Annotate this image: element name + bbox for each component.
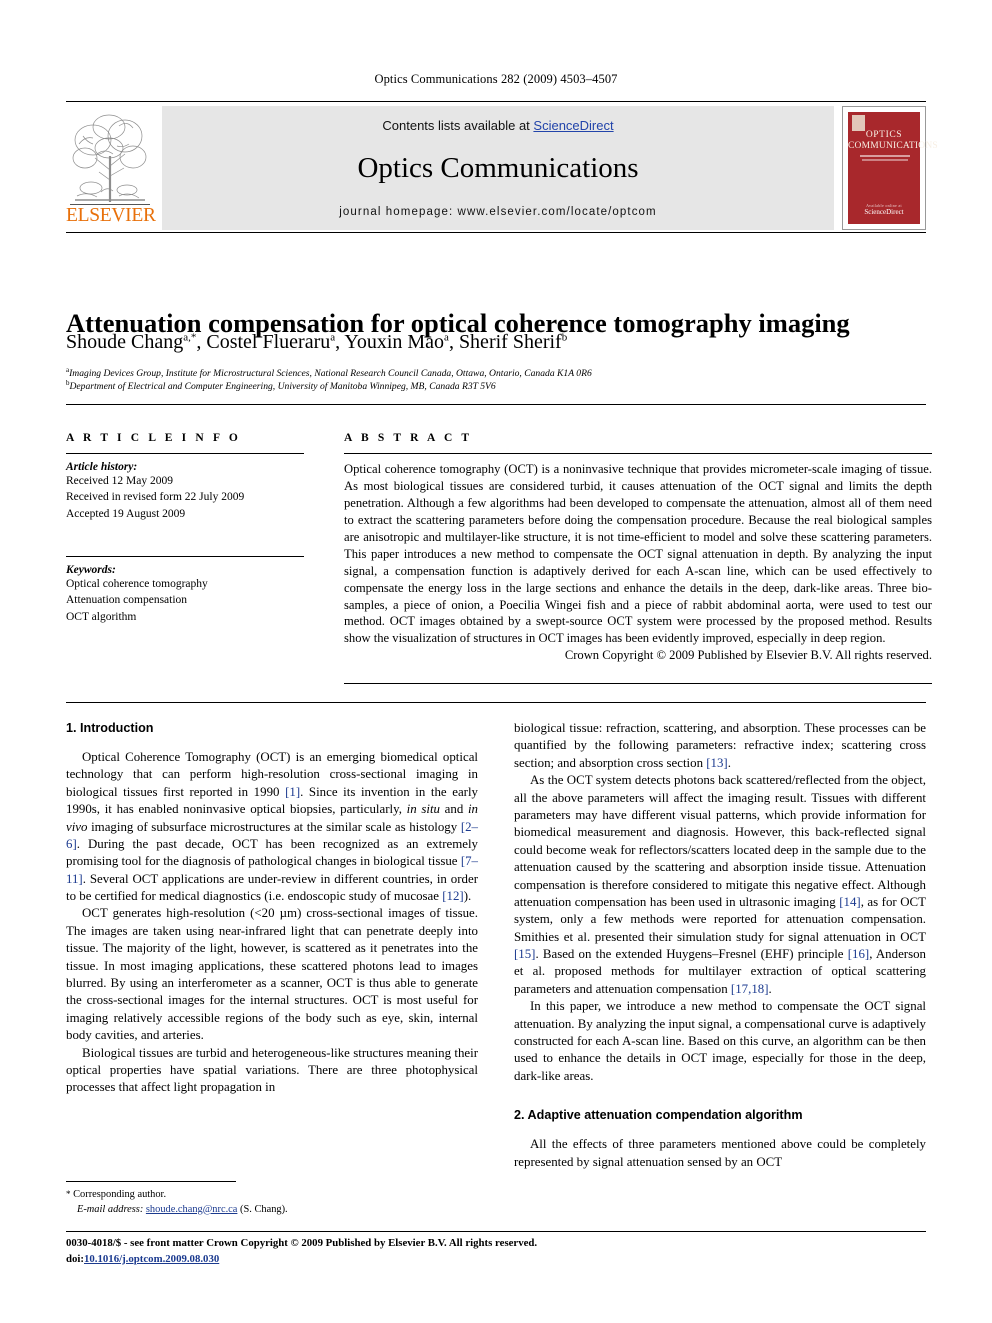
- contents-prefix: Contents lists available at: [382, 118, 534, 133]
- body-column-right: biological tissue: refraction, scatterin…: [514, 720, 926, 1171]
- elsevier-wordmark: ELSEVIER: [66, 205, 156, 226]
- keyword-item: Optical coherence tomography: [66, 577, 208, 590]
- doi-link[interactable]: 10.1016/j.optcom.2009.08.030: [84, 1253, 219, 1265]
- paragraph: Optical Coherence Tomography (OCT) is an…: [66, 749, 478, 904]
- journal-cover-title-line1: OPTICS: [865, 130, 903, 140]
- body-top-rule: [66, 702, 926, 703]
- journal-cover-subtitle-bar-1: [860, 155, 910, 157]
- paragraph: Biological tissues are turbid and hetero…: [66, 1045, 478, 1095]
- keywords-label: Keywords:: [66, 563, 116, 576]
- corresponding-author-text: Corresponding author.: [73, 1189, 167, 1200]
- journal-title: Optics Communications: [357, 152, 639, 184]
- abstract-heading: A B S T R A C T: [344, 432, 473, 444]
- masthead-bottom-rule: [66, 232, 926, 233]
- email-owner: (S. Chang).: [240, 1203, 288, 1215]
- imprint-top-rule: [66, 1231, 926, 1232]
- imprint-block: 0030-4018/$ - see front matter Crown Cop…: [66, 1236, 926, 1267]
- affiliation-b-text: Department of Electrical and Computer En…: [69, 381, 496, 393]
- abstract-bottom-rule: [344, 683, 932, 684]
- elsevier-logo: ELSEVIER: [66, 106, 156, 230]
- journal-cover-title-line2: COMMUNICATIONS: [848, 141, 938, 151]
- footnote-rule: [66, 1181, 236, 1182]
- paragraph: In this paper, we introduce a new method…: [514, 999, 926, 1083]
- paragraph: biological tissue: refraction, scatterin…: [514, 721, 926, 770]
- affiliation-a-text: Imaging Devices Group, Institute for Mic…: [69, 368, 592, 380]
- paragraph: As the OCT system detects photons back s…: [514, 773, 926, 996]
- footnote-block: * Corresponding author. E-mail address: …: [66, 1188, 478, 1218]
- keywords-rule: [66, 555, 304, 557]
- journal-cover-footer-brand: ScienceDirect: [864, 208, 904, 216]
- masthead-banner: Contents lists available at ScienceDirec…: [162, 106, 834, 230]
- journal-masthead: ELSEVIER Contents lists available at Sci…: [66, 106, 938, 230]
- doi-line: doi:10.1016/j.optcom.2009.08.030: [66, 1252, 926, 1268]
- keyword-item: Attenuation compensation: [66, 594, 188, 607]
- asterisk-icon: *: [66, 1189, 71, 1199]
- keyword-item: OCT algorithm: [66, 610, 137, 623]
- title-bottom-rule: [66, 404, 926, 405]
- journal-homepage-line[interactable]: journal homepage: www.elsevier.com/locat…: [162, 206, 834, 218]
- article-history-accepted: Accepted 19 August 2009: [66, 507, 186, 520]
- article-history-label: Article history:: [66, 461, 138, 473]
- sciencedirect-link[interactable]: ScienceDirect: [533, 118, 613, 133]
- elsevier-tree-icon: [72, 114, 147, 202]
- journal-cover-badge-icon: [852, 115, 865, 131]
- article-info-heading: A R T I C L E I N F O: [66, 432, 241, 444]
- article-info-column: A R T I C L E I N F O Article history: R…: [66, 432, 304, 625]
- author-list: Shoude Changa,*, Costel Fluerarua, Youxi…: [66, 331, 568, 353]
- abstract-text: Optical coherence tomography (OCT) is a …: [344, 462, 932, 646]
- paragraph: All the effects of three parameters ment…: [514, 1137, 926, 1169]
- article-history-received: Received 12 May 2009: [66, 475, 173, 487]
- article-info-rule: [66, 453, 304, 454]
- article-info-spacer: [66, 522, 304, 556]
- journal-cover-subtitle-bar-2: [862, 159, 908, 161]
- paragraph: OCT generates high-resolution (<20 µm) c…: [66, 906, 478, 1043]
- email-link[interactable]: shoude.chang@nrc.ca: [146, 1204, 238, 1215]
- journal-cover-art: OPTICS COMMUNICATIONS Available online a…: [847, 111, 938, 225]
- abstract-column: A B S T R A C T Optical coherence tomogr…: [344, 432, 932, 663]
- section-heading-algorithm: 2. Adaptive attenuation compendation alg…: [514, 1108, 803, 1123]
- email-label: E-mail address:: [77, 1203, 144, 1215]
- abstract-copyright: Crown Copyright © 2009 Published by Else…: [564, 648, 932, 663]
- header-rule: [66, 101, 926, 102]
- journal-article-page: Optics Communications 282 (2009) 4503–45…: [0, 0, 992, 1323]
- body-column-left: 1. Introduction Optical Coherence Tomogr…: [66, 720, 478, 1097]
- article-history-revised: Received in revised form 22 July 2009: [66, 491, 245, 504]
- journal-cover-footer: Available online at ScienceDirect: [848, 203, 920, 216]
- email-note: E-mail address: shoude.chang@nrc.ca (S. …: [66, 1203, 478, 1218]
- section-heading-introduction: 1. Introduction: [66, 721, 154, 735]
- corresponding-author-note: * Corresponding author.: [66, 1188, 478, 1203]
- affiliation-b: bDepartment of Electrical and Computer E…: [66, 379, 932, 394]
- doi-prefix: doi:: [66, 1252, 84, 1265]
- contents-available-line: Contents lists available at ScienceDirec…: [162, 118, 834, 133]
- issn-copyright-line: 0030-4018/$ - see front matter Crown Cop…: [66, 1237, 538, 1249]
- running-head: Optics Communications 282 (2009) 4503–45…: [374, 72, 618, 86]
- abstract-rule: [344, 453, 932, 454]
- journal-cover-thumbnail: OPTICS COMMUNICATIONS Available online a…: [842, 106, 938, 230]
